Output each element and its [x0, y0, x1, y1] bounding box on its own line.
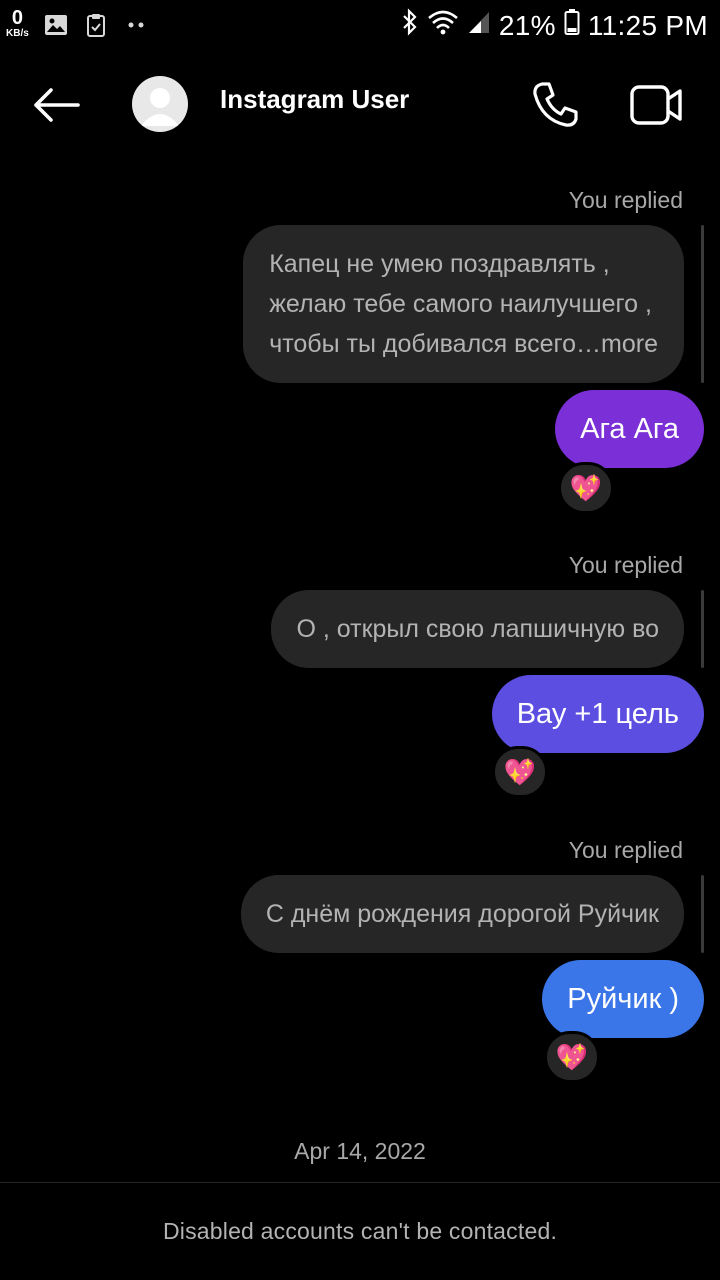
- sparkling-heart-icon: 💖: [569, 473, 603, 503]
- arrow-left-icon: [34, 88, 80, 122]
- clipboard-icon: [83, 12, 109, 38]
- replied-label: You replied: [568, 187, 683, 213]
- quoted-message[interactable]: О , открыл свою лапшичную во: [271, 590, 684, 668]
- default-avatar-icon: [141, 88, 179, 126]
- signal-icon: [467, 9, 491, 42]
- phone-icon: [533, 82, 578, 127]
- disabled-account-notice: Disabled accounts can't be contacted.: [162, 1218, 558, 1244]
- date-separator: Apr 14, 2022: [294, 1138, 426, 1164]
- status-bar: 0 KB/s 21% 11:25 PM: [0, 0, 720, 50]
- more-link[interactable]: …more: [576, 330, 658, 358]
- quote-line: чтобы ты добивался всего: [269, 330, 577, 358]
- video-camera-icon: [630, 85, 682, 125]
- battery-icon: [564, 8, 580, 43]
- network-speed-value: 0: [11, 7, 23, 29]
- clock: 11:25 PM: [587, 9, 708, 41]
- gallery-icon: [43, 12, 69, 38]
- reply-indicator-bar: [701, 875, 704, 953]
- chat-header: Instagram User: [0, 60, 720, 150]
- sparkling-heart-icon: 💖: [503, 757, 537, 787]
- message-bubble[interactable]: Руйчик ): [542, 960, 704, 1038]
- reaction-badge[interactable]: 💖: [558, 462, 614, 514]
- quoted-message[interactable]: С днём рождения дорогой Руйчик: [240, 875, 684, 953]
- replied-label: You replied: [568, 552, 683, 578]
- divider: [0, 1182, 720, 1183]
- quote-line: желаю тебе самого наилучшего ,: [269, 290, 652, 318]
- quoted-message[interactable]: Капец не умею поздравлять , желаю тебе с…: [243, 225, 684, 383]
- bluetooth-icon: [401, 8, 419, 43]
- video-call-button[interactable]: [630, 82, 684, 128]
- sparkling-heart-icon: 💖: [555, 1042, 589, 1072]
- avatar[interactable]: [132, 76, 188, 132]
- message-bubble[interactable]: Ага Ага: [555, 390, 704, 468]
- network-speed: 0 KB/s: [6, 8, 29, 39]
- reply-indicator-bar: [701, 225, 704, 383]
- battery-percent: 21%: [498, 9, 556, 41]
- header-title[interactable]: Instagram User: [220, 84, 409, 115]
- back-button[interactable]: [28, 82, 84, 128]
- reaction-badge[interactable]: 💖: [492, 746, 548, 798]
- audio-call-button[interactable]: [530, 80, 580, 130]
- replied-label: You replied: [568, 837, 683, 863]
- quote-line: Капец не умею поздравлять ,: [269, 250, 610, 278]
- reply-indicator-bar: [701, 590, 704, 668]
- wifi-icon: [427, 9, 459, 42]
- message-bubble[interactable]: Вау +1 цель: [491, 675, 704, 753]
- reaction-badge[interactable]: 💖: [544, 1031, 600, 1083]
- network-speed-unit: KB/s: [6, 28, 29, 39]
- more-notifications-icon: [123, 12, 149, 38]
